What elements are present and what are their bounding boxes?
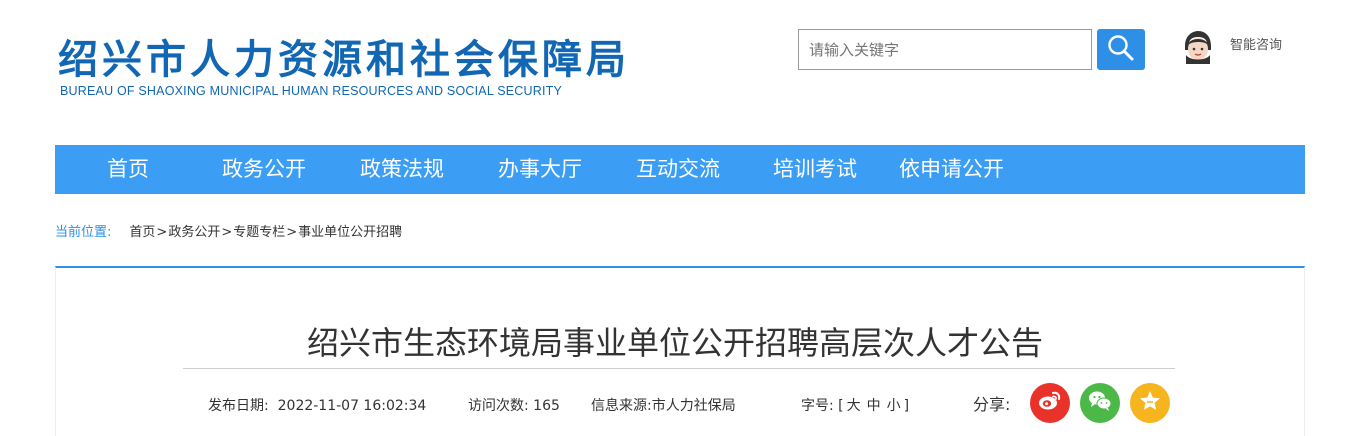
publish-date: 发布日期: 2022-11-07 16:02:34 [208, 395, 426, 415]
search-button[interactable] [1097, 29, 1145, 70]
font-size-bracket-open: [ [838, 398, 844, 414]
share-label: 分享: [973, 395, 1011, 414]
font-size-large-button[interactable]: 大 [847, 398, 861, 414]
nav-policies[interactable]: 政策法规 [360, 145, 444, 194]
logo-title-cn[interactable]: 绍兴市人力资源和社会保障局 [58, 36, 630, 84]
title-divider [183, 368, 1175, 369]
font-size-medium-button[interactable]: 中 [867, 398, 881, 414]
share-weibo-button[interactable] [1030, 383, 1070, 423]
smart-consult-link[interactable]: 智能咨询 [1180, 28, 1282, 68]
search-input[interactable] [798, 29, 1092, 70]
breadcrumb: 当前位置: 首页>政务公开>专题专栏>事业单位公开招聘 [55, 221, 402, 240]
publish-date-value: 2022-11-07 16:02:34 [277, 398, 427, 414]
font-size-control: 字号: [大中小] [801, 395, 909, 415]
nav-government-affairs[interactable]: 政务公开 [222, 145, 306, 194]
nav-training-exams[interactable]: 培训考试 [773, 145, 857, 194]
customer-service-avatar-icon [1180, 28, 1216, 68]
breadcrumb-separator: > [286, 225, 298, 240]
weibo-icon [1037, 388, 1063, 418]
font-size-bracket-close: ] [903, 398, 910, 414]
breadcrumb-recruitment[interactable]: 事业单位公开招聘 [298, 225, 402, 240]
font-size-small-button[interactable]: 小 [887, 398, 901, 414]
wechat-icon [1086, 387, 1114, 419]
nav-service-hall[interactable]: 办事大厅 [498, 145, 582, 194]
logo-title-en: BUREAU OF SHAOXING MUNICIPAL HUMAN RESOU… [60, 84, 562, 98]
nav-home[interactable]: 首页 [107, 145, 149, 194]
font-size-label: 字号: [801, 398, 834, 414]
breadcrumb-separator: > [156, 225, 168, 240]
smart-consult-label: 智能咨询 [1230, 37, 1283, 53]
breadcrumb-special-topics[interactable]: 专题专栏 [233, 225, 285, 240]
share-wechat-button[interactable] [1080, 383, 1120, 423]
nav-interaction[interactable]: 互动交流 [636, 145, 720, 194]
info-source: 信息来源:市人力社保局 [591, 398, 736, 414]
breadcrumb-government-affairs[interactable]: 政务公开 [168, 225, 220, 240]
favorite-star-icon [1137, 388, 1163, 418]
main-nav: 首页 政务公开 政策法规 办事大厅 互动交流 培训考试 依申请公开 [55, 145, 1305, 194]
breadcrumb-home[interactable]: 首页 [129, 225, 155, 240]
article-title: 绍兴市生态环境局事业单位公开招聘高层次人才公告 [306, 324, 1043, 362]
share-favorite-button[interactable] [1130, 383, 1170, 423]
breadcrumb-label: 当前位置: [55, 225, 112, 240]
publish-date-label: 发布日期: [208, 398, 269, 414]
search-icon [1106, 33, 1136, 67]
nav-disclosure-request[interactable]: 依申请公开 [899, 145, 1004, 194]
visit-count: 访问次数: 165 [468, 398, 560, 414]
breadcrumb-separator: > [221, 225, 233, 240]
